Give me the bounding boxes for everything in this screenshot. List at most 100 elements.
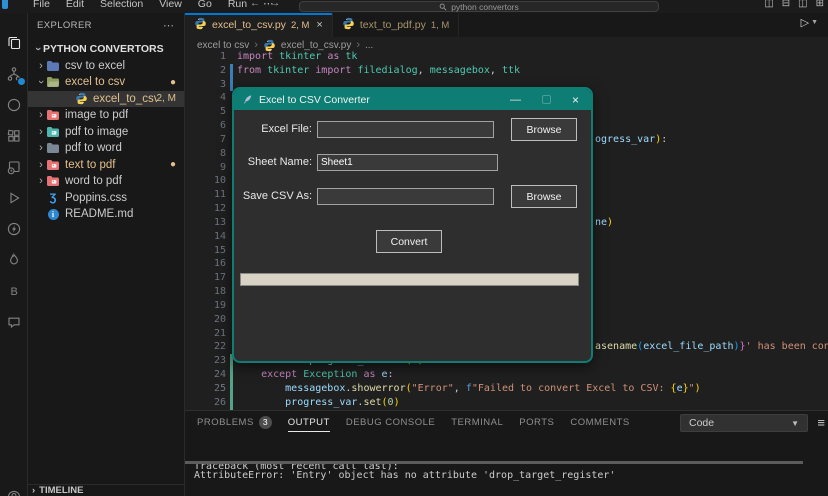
tree-item-pdf-to-word[interactable]: ›pdf to word: [28, 140, 185, 157]
customize-layout-icon[interactable]: ⊞: [816, 0, 824, 9]
svg-text:B: B: [11, 286, 18, 298]
sheet-name-input[interactable]: Sheet1: [317, 154, 498, 171]
line-number: 4: [196, 91, 226, 105]
browse-button[interactable]: Browse: [511, 185, 577, 208]
timeline-section[interactable]: › TIMELINE: [28, 484, 185, 496]
search-icon: [439, 3, 447, 11]
command-center-search[interactable]: python convertors: [299, 1, 659, 12]
dialog-title-bar[interactable]: Excel to CSV Converter — ×: [234, 89, 591, 110]
source-control-icon[interactable]: [0, 60, 28, 88]
code-line: except Exception as e:: [237, 368, 394, 382]
excel-file-input[interactable]: [317, 121, 494, 138]
save-csv-as-input[interactable]: [317, 188, 494, 205]
dialog-title: Excel to CSV Converter: [259, 94, 370, 106]
file-tree: ›PYTHON CONVERTORS›csv to excel›excel to…: [28, 41, 185, 223]
line-number: 12: [196, 202, 226, 216]
line-number: 6: [196, 119, 226, 133]
dialog-minimize-button[interactable]: —: [510, 94, 521, 106]
account-icon[interactable]: [0, 483, 28, 496]
python-file-icon: [74, 92, 88, 105]
tree-item-readme-md[interactable]: i README.md: [28, 206, 185, 223]
flame-icon[interactable]: [0, 246, 28, 274]
menu-item-file[interactable]: File: [26, 0, 57, 12]
chat-icon[interactable]: [0, 308, 28, 336]
output-settings-icon[interactable]: ≡: [817, 415, 825, 430]
timeline-label: TIMELINE: [39, 485, 83, 496]
debug-circle-icon[interactable]: [0, 91, 28, 119]
tree-item-excel-to-csv[interactable]: ›excel to csv●: [28, 74, 185, 91]
panel-tab-comments[interactable]: COMMENTS: [570, 411, 629, 433]
tree-item-text-to-pdf[interactable]: ›text to pdf●: [28, 157, 185, 174]
line-number: 8: [196, 147, 226, 161]
tree-item-image-to-pdf[interactable]: ›image to pdf: [28, 107, 185, 124]
line-number: 13: [196, 216, 226, 230]
item-label: text to pdf: [65, 159, 116, 171]
output-channel-value: Code: [689, 417, 714, 429]
letter-b-icon[interactable]: B: [0, 277, 28, 305]
dialog-close-button[interactable]: ×: [572, 93, 579, 107]
output-channel-select[interactable]: Code ▼: [680, 414, 808, 432]
dialog-field-label: Save CSV As:: [238, 190, 312, 202]
extensions-icon[interactable]: [0, 122, 28, 150]
dialog-maximize-button[interactable]: [542, 95, 551, 104]
chevron-collapsed-icon: ›: [36, 109, 46, 121]
remote-explorer-icon[interactable]: [0, 153, 28, 181]
panel-tab-problems[interactable]: PROBLEMS3: [197, 411, 272, 433]
layout-controls: ◫ ⊟ ◫ ⊞: [764, 0, 824, 9]
code-line: messagebox.showerror("Error", f"Failed t…: [237, 382, 701, 396]
line-number: 15: [196, 244, 226, 258]
code-line: from tkinter import filedialog, messageb…: [237, 64, 520, 78]
history-nav-arrows[interactable]: ←→: [250, 0, 290, 9]
thunder-client-icon[interactable]: [0, 215, 28, 243]
line-number: 16: [196, 257, 226, 271]
line-number: 5: [196, 105, 226, 119]
menu-item-selection[interactable]: Selection: [93, 0, 150, 12]
panel-tab-terminal[interactable]: TERMINAL: [451, 411, 503, 433]
tree-root-python-convertors[interactable]: ›PYTHON CONVERTORS: [28, 41, 185, 58]
toggle-sidebar-icon[interactable]: ◫: [764, 0, 773, 9]
convert-button[interactable]: Convert: [376, 230, 442, 253]
tree-item-pdf-to-image[interactable]: ›pdf to image: [28, 124, 185, 141]
horizontal-scrollbar[interactable]: [185, 461, 803, 464]
panel-tab-debug-console[interactable]: DEBUG CONSOLE: [346, 411, 435, 433]
menu-item-edit[interactable]: Edit: [59, 0, 91, 12]
line-number: 23: [196, 354, 226, 368]
run-icon[interactable]: [0, 184, 28, 212]
tree-item-poppins-css[interactable]: ƷPoppins.css: [28, 190, 185, 207]
code-line-fragment: asename(excel_file_path)}' has been conv…: [595, 340, 828, 354]
tree-item-csv-to-excel[interactable]: ›csv to excel: [28, 58, 185, 75]
files-icon[interactable]: [0, 29, 28, 57]
item-label: word to pdf: [65, 175, 122, 187]
vscode-logo[interactable]: [2, 0, 8, 9]
line-number: 22: [196, 340, 226, 354]
vscode-window: FileEditSelectionViewGoRun⋯ ←→ python co…: [0, 0, 828, 496]
tree-item-excel-to-csv-py[interactable]: excel_to_csv.py2, M: [28, 91, 185, 108]
line-number: 21: [196, 327, 226, 341]
explorer-more-actions-icon[interactable]: ⋯: [163, 19, 174, 32]
scm-changes-badge: [17, 77, 26, 86]
git-gutter-indicator: [230, 396, 233, 410]
activity-bar: B: [0, 13, 28, 496]
panel-tab-output[interactable]: OUTPUT: [288, 411, 330, 433]
browse-button[interactable]: Browse: [511, 118, 577, 141]
line-number: 14: [196, 230, 226, 244]
css-file-icon: Ʒ: [46, 191, 60, 204]
readme-file-icon: i: [46, 208, 60, 221]
line-number: 11: [196, 188, 226, 202]
title-bar: FileEditSelectionViewGoRun⋯ ←→ python co…: [0, 0, 828, 13]
panel-tab-ports[interactable]: PORTS: [519, 411, 554, 433]
panel-tabs: PROBLEMS3 OUTPUT DEBUG CONSOLE TERMINAL PORT…: [197, 411, 630, 433]
tree-item-word-to-pdf[interactable]: › word to pdf: [28, 173, 185, 190]
toggle-panel-icon[interactable]: ⊟: [782, 0, 790, 9]
chevron-collapsed-icon: ›: [36, 175, 46, 187]
line-number: 9: [196, 161, 226, 175]
menu-item-view[interactable]: View: [152, 0, 189, 12]
item-label: csv to excel: [65, 60, 125, 72]
line-number: 18: [196, 285, 226, 299]
folder-icon: [46, 142, 60, 155]
menu-item-go[interactable]: Go: [191, 0, 219, 12]
toggle-secondary-sidebar-icon[interactable]: ◫: [798, 0, 807, 9]
bottom-panel: PROBLEMS3 OUTPUT DEBUG CONSOLE TERMINAL PORT…: [185, 410, 828, 496]
item-label: README.md: [65, 208, 133, 220]
git-gutter-indicator: [230, 382, 233, 396]
